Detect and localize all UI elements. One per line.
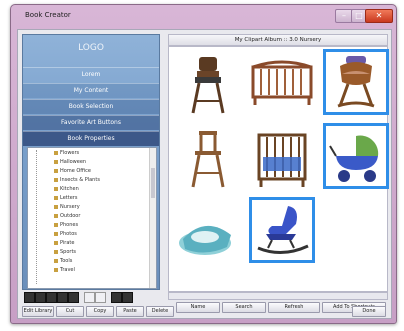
logo: LOGO	[78, 43, 104, 53]
nav-item-book-selection[interactable]: Book Selection	[23, 99, 159, 114]
clipart-rocking-chair[interactable]	[249, 197, 315, 263]
tree-item[interactable]: Photos	[54, 231, 77, 237]
search-button[interactable]: Search	[222, 302, 266, 313]
title-bar[interactable]: Book Creator – □ ✕	[11, 5, 396, 27]
category-tree[interactable]: Flowers Halloween Home Office Insects & …	[27, 147, 157, 289]
folder-icon	[54, 186, 58, 191]
prev-button[interactable]	[35, 292, 46, 303]
baby-bathtub-icon	[179, 225, 231, 255]
clipart-grid[interactable]	[168, 46, 389, 292]
nav-item-lorem[interactable]: Lorem	[23, 67, 159, 82]
first-button[interactable]	[24, 292, 35, 303]
folder-icon	[54, 249, 58, 254]
wooden-high-chair-icon	[191, 131, 225, 188]
tree-item[interactable]: Phones	[54, 222, 78, 228]
copy-button[interactable]: Copy	[86, 306, 114, 317]
tree-item[interactable]: Nursery	[54, 204, 80, 210]
clipart-crib-with-blanket[interactable]	[249, 125, 315, 191]
tree-item[interactable]: Outdoor	[54, 213, 80, 219]
next-button[interactable]	[57, 292, 68, 303]
nav-item-my-content[interactable]: My Content	[23, 83, 159, 98]
folder-icon	[54, 222, 58, 227]
last-button[interactable]	[68, 292, 79, 303]
name-button[interactable]: Name	[176, 302, 220, 313]
clipart-wooden-high-chair[interactable]	[175, 125, 241, 191]
refresh-button[interactable]: Refresh	[268, 302, 320, 313]
folder-icon	[54, 168, 58, 173]
app-window: Book Creator – □ ✕ LOGO Lorem My Content…	[10, 4, 397, 324]
cut-button[interactable]: Cut	[56, 306, 84, 317]
folder-icon	[54, 213, 58, 218]
window-title: Book Creator	[25, 11, 71, 19]
bassinet-icon	[337, 56, 375, 108]
nav-item-book-properties[interactable]: Book Properties	[23, 131, 159, 146]
folder-icon	[54, 231, 58, 236]
folder-icon	[54, 204, 58, 209]
tree-item[interactable]: Pirate	[54, 240, 74, 246]
folder-icon	[54, 240, 58, 245]
close-icon: ✕	[375, 11, 383, 20]
clipart-baby-bathtub[interactable]	[175, 199, 241, 265]
folder-icon	[54, 258, 58, 263]
view-list-button[interactable]	[84, 292, 95, 303]
tree-item[interactable]: Sports	[54, 249, 76, 255]
scroll-thumb[interactable]	[151, 168, 155, 198]
clipart-crib[interactable]	[249, 51, 315, 117]
client-area: LOGO Lorem My Content Book Selection Fav…	[17, 29, 392, 319]
grid-hscrollbar[interactable]	[168, 292, 388, 300]
tree-lines	[36, 150, 47, 284]
clipart-baby-carriage[interactable]	[323, 123, 389, 189]
tree-item[interactable]: Kitchen	[54, 186, 79, 192]
minimize-icon: –	[342, 11, 346, 20]
close-button[interactable]: ✕	[365, 9, 393, 23]
folder-icon	[54, 177, 58, 182]
tree-item[interactable]: Travel	[54, 267, 75, 273]
clipart-high-chair[interactable]	[175, 51, 241, 117]
tree-item[interactable]: Tools	[54, 258, 72, 264]
tree-item[interactable]: Insects & Plants	[54, 177, 100, 183]
folder-icon	[54, 195, 58, 200]
view-grid-button[interactable]	[95, 292, 106, 303]
tree-scrollbar[interactable]	[149, 148, 156, 288]
folder-icon	[54, 159, 58, 164]
folder-icon	[54, 150, 58, 155]
tree-item[interactable]: Home Office	[54, 168, 91, 174]
tree-item[interactable]: Letters	[54, 195, 77, 201]
folder-icon	[54, 267, 58, 272]
rocking-chair-icon	[257, 206, 309, 254]
play-button[interactable]	[46, 292, 57, 303]
tree-item[interactable]: Flowers	[54, 150, 79, 156]
baby-carriage-icon	[329, 135, 379, 182]
done-button[interactable]: Done	[352, 306, 386, 317]
nav-item-favorite-art[interactable]: Favorite Art Buttons	[23, 115, 159, 130]
tree-item[interactable]: Halloween	[54, 159, 86, 165]
edit-library-button[interactable]: Edit Library	[22, 306, 54, 317]
delete-button[interactable]: Delete	[146, 306, 174, 317]
zoom-button[interactable]	[111, 292, 122, 303]
maximize-icon: □	[355, 11, 363, 20]
breadcrumb: My Clipart Album :: 3.0 Nursery	[168, 34, 388, 46]
high-chair-icon	[191, 57, 225, 114]
crib-blanket-icon	[257, 133, 307, 187]
crib-icon	[251, 60, 313, 105]
clipart-bassinet[interactable]	[323, 49, 389, 115]
paste-button[interactable]: Paste	[116, 306, 144, 317]
options-button[interactable]	[122, 292, 133, 303]
sidebar: LOGO Lorem My Content Book Selection Fav…	[22, 34, 160, 290]
